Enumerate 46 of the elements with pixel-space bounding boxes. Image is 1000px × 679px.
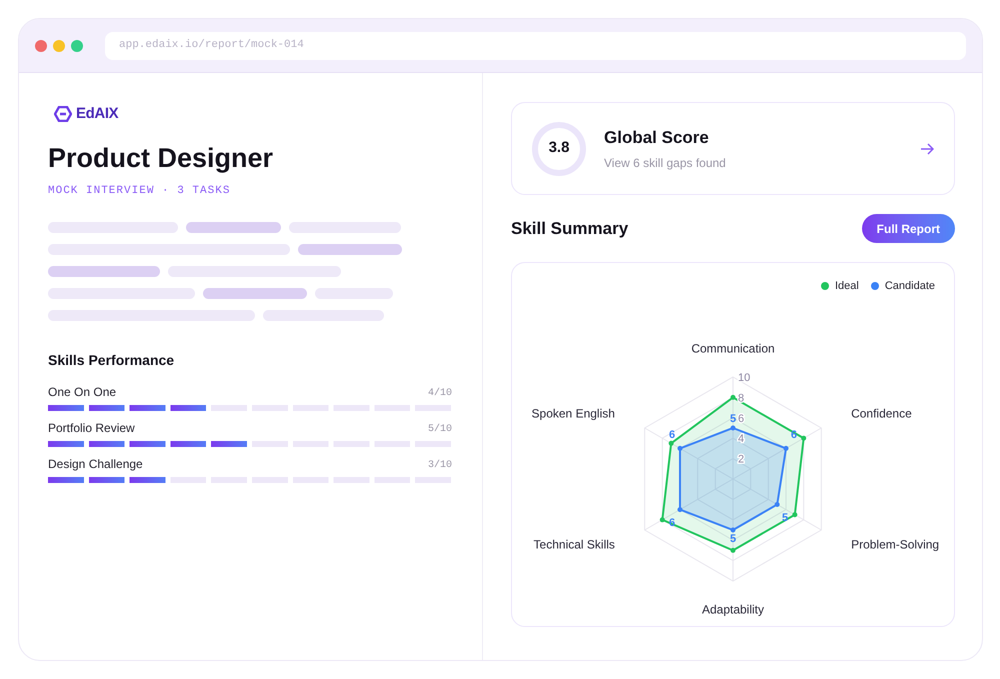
skill-score: 4/10 — [428, 386, 452, 400]
data-point — [660, 516, 665, 522]
subtitle: MOCK INTERVIEW · 3 TASKS — [48, 184, 232, 199]
brand-name: EdAIX — [76, 104, 118, 124]
skill-name: Portfolio Review — [48, 420, 135, 436]
page-title: Product Designer — [48, 142, 274, 175]
arrow-right-icon[interactable] — [920, 142, 934, 154]
data-label: 6 — [668, 428, 676, 440]
skill-name: One On One — [48, 384, 116, 400]
data-point — [730, 425, 736, 430]
axis-tick-label: 6 — [738, 412, 744, 424]
section-title: Skills Performance — [48, 350, 176, 370]
axis-tick-label: 8 — [738, 392, 744, 404]
data-point — [792, 512, 798, 517]
data-point — [730, 527, 736, 532]
full-report-button[interactable]: Full Report — [862, 214, 955, 243]
data-point — [784, 445, 788, 450]
data-point — [801, 435, 806, 440]
skill-name: Design Challenge — [48, 456, 143, 472]
skill-score: 3/10 — [428, 458, 452, 472]
axis-label: Spoken English — [532, 406, 615, 420]
card-title: Global Score — [604, 126, 710, 149]
data-point — [678, 506, 682, 512]
axis-tick-label: 2 — [738, 453, 744, 466]
score-card[interactable]: 3.8 Global Score View 6 skill gaps found — [511, 102, 955, 195]
data-label: 5 — [730, 532, 736, 545]
legend-label: Candidate — [884, 279, 935, 294]
axis-label: Adaptability — [702, 602, 764, 616]
axis-label: Problem-Solving — [851, 536, 940, 551]
axis-label: Technical Skills — [534, 536, 615, 551]
logo-icon — [54, 106, 72, 122]
data-point — [730, 547, 736, 552]
data-point — [730, 394, 736, 400]
axis-tick-label: 4 — [738, 432, 744, 445]
data-point — [678, 445, 682, 450]
axis-label: Communication — [691, 340, 775, 355]
axis-label: Confidence — [851, 406, 912, 420]
data-point — [774, 502, 780, 506]
data-point — [668, 440, 674, 446]
score-ring: 3.8 — [532, 122, 586, 176]
section-title: Skill Summary — [511, 218, 628, 240]
axis-tick-label: 10 — [738, 372, 750, 384]
card-subtitle: View 6 skill gaps found — [604, 155, 727, 172]
data-label: 5 — [730, 412, 736, 424]
skill-score: 5/10 — [428, 422, 452, 436]
legend-label: Ideal — [834, 279, 859, 294]
